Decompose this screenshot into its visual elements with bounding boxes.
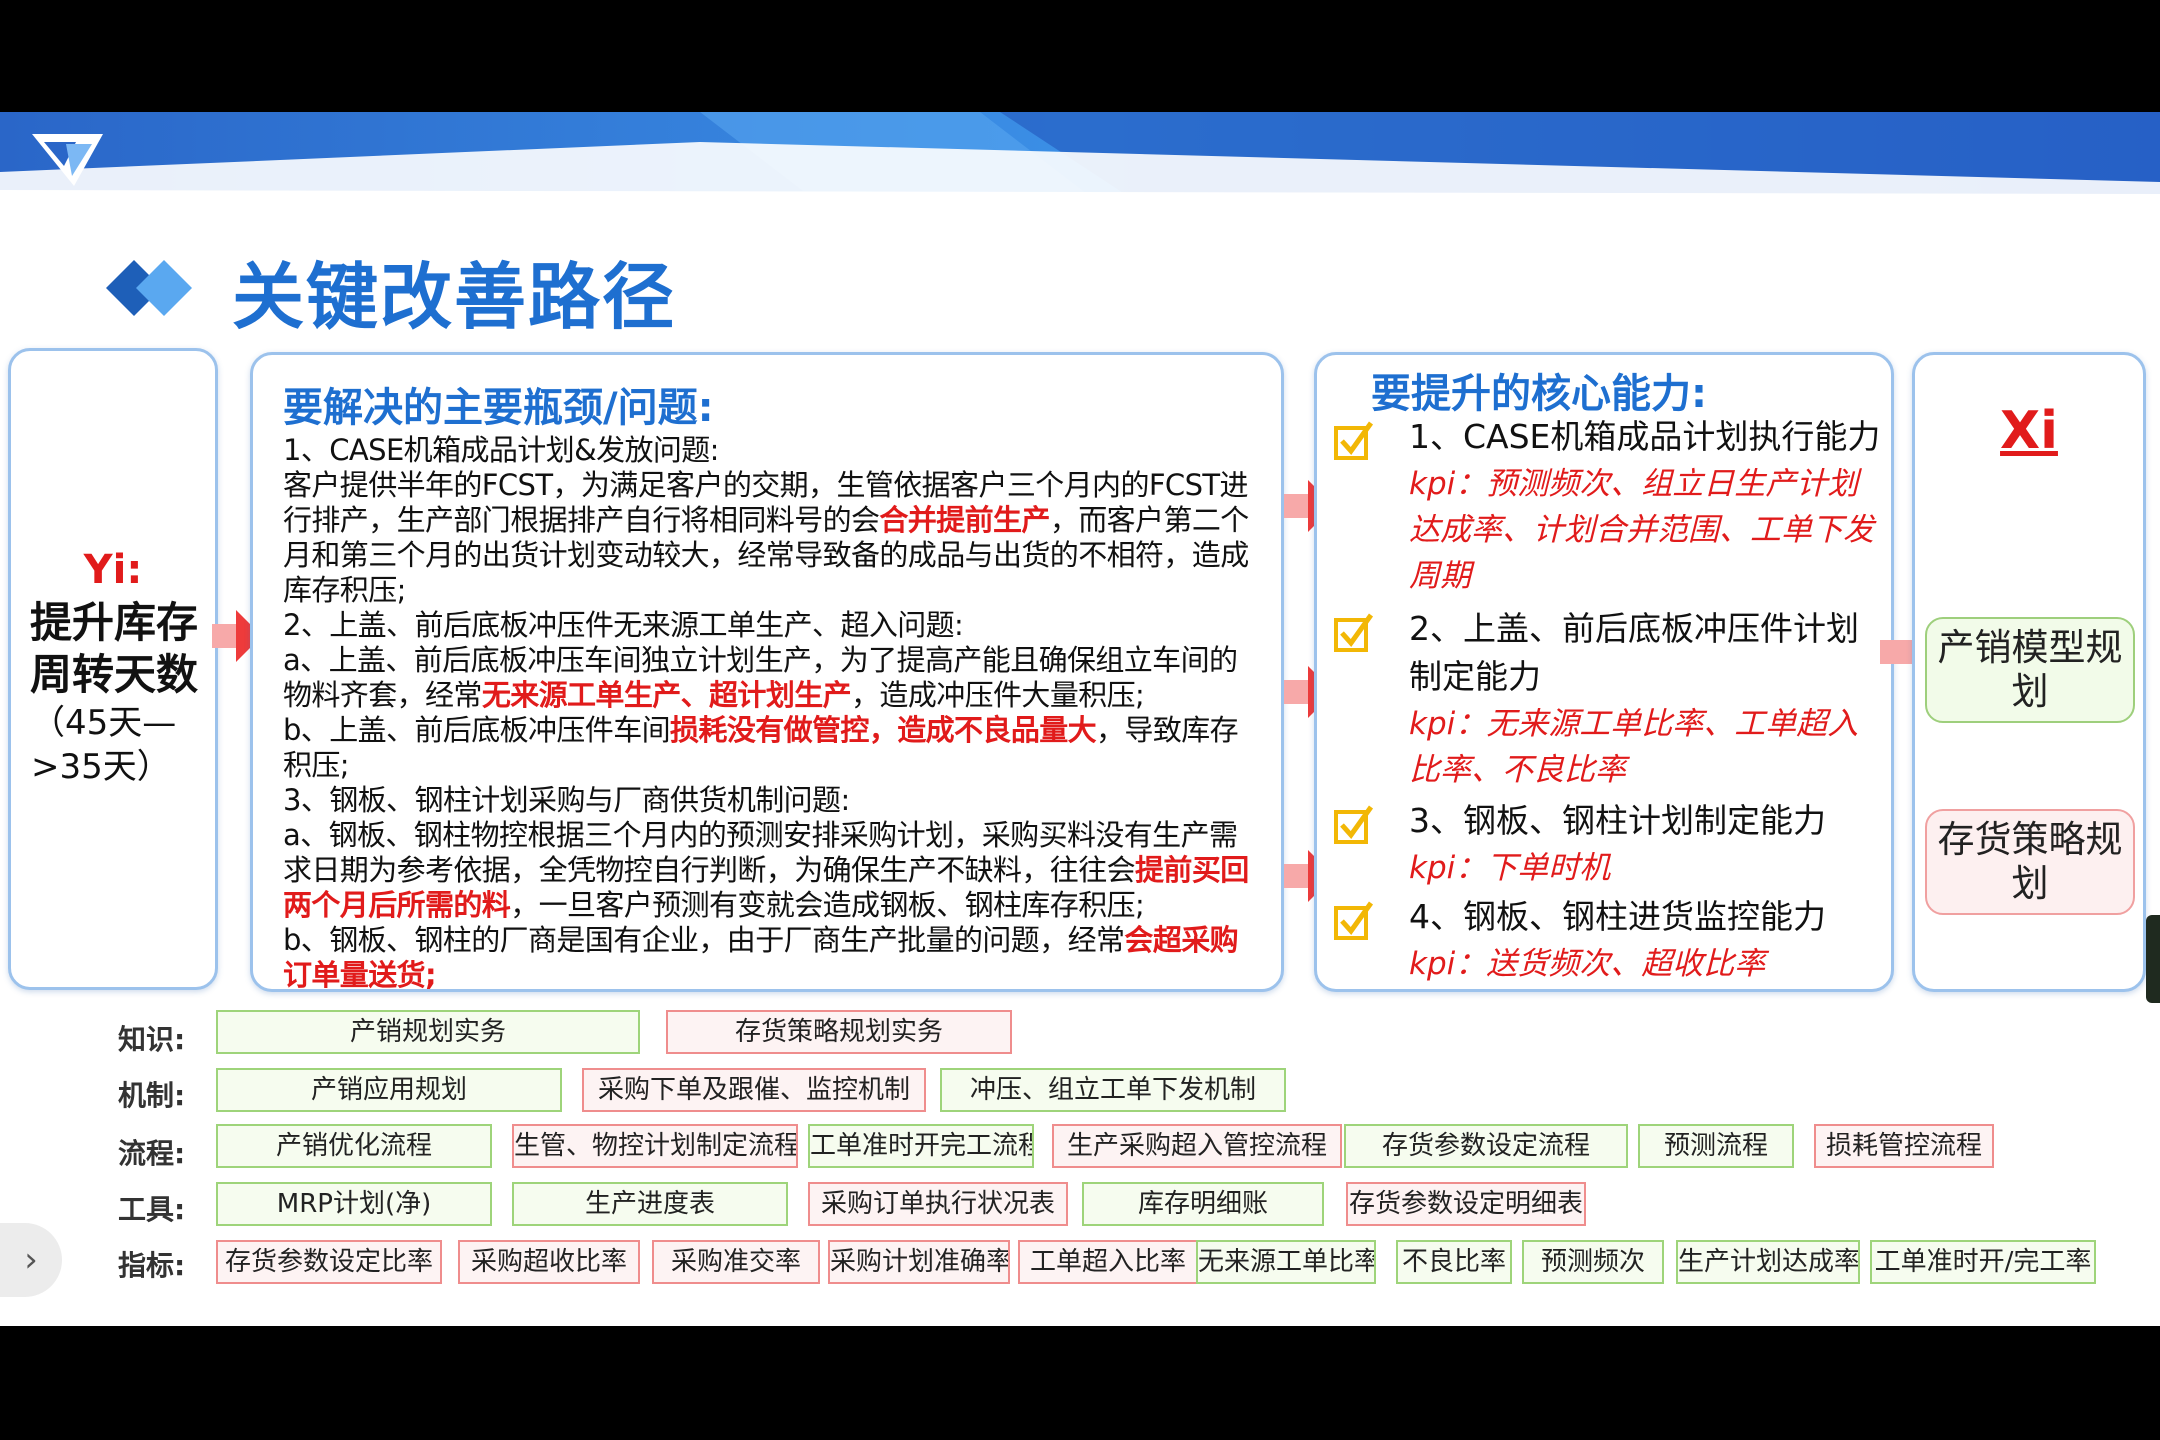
chip-process: 生产采购超入管控流程 [1052,1124,1342,1168]
chip-metrics: 不良比率 [1396,1240,1512,1284]
chip-knowledge: 产销规划实务 [216,1010,640,1054]
xi-tag-inventory-strategy: 存货策略规划 [1925,809,2135,915]
chip-metrics: 无来源工单比率 [1196,1240,1376,1284]
problems-text: 1、CASE机箱成品计划&发放问题: 客户提供半年的FCST，为满足客户的交期，… [283,433,1265,993]
checkbox-checked-icon [1334,613,1374,652]
chip-tools: 生产进度表 [512,1182,788,1226]
capabilities-title: 要提升的核心能力: [1371,371,1707,417]
yi-label: Yi: [83,547,143,593]
problem-2a-highlight: 无来源工单生产、超计划生产 [481,678,852,712]
xi-label: Xi [2000,401,2058,461]
company-logo-icon [32,134,103,186]
chip-process: 工单准时开完工流程 [808,1124,1034,1168]
problem-3b-text: b、钢板、钢柱的厂商是国有企业，由于厂商生产批量的问题，经常 [283,923,1125,957]
problem-2-head: 2、上盖、前后底板冲压件无来源工单生产、超入问题: [283,608,964,642]
chip-mechanism: 采购下单及跟催、监控机制 [582,1068,926,1112]
problems-title: 要解决的主要瓶颈/问题: [283,385,714,431]
problem-3-head: 3、钢板、钢柱计划采购与厂商供货机制问题: [283,783,850,817]
chip-process: 预测流程 [1638,1124,1794,1168]
chip-metrics: 预测频次 [1522,1240,1664,1284]
chip-process: 存货参数设定流程 [1344,1124,1628,1168]
problem-1-highlight: 合并提前生产 [879,503,1050,537]
title-diamond-icon [106,260,192,316]
row-label-tools: 工具: [118,1193,186,1226]
checkbox-checked-icon [1334,901,1374,940]
capability-main: 4、钢板、钢柱进货监控能力 [1409,897,1826,936]
checkbox-checked-icon [1334,805,1374,844]
capability-kpi: kpi：送货频次、超收比率 [1409,946,1766,982]
slide: 关键改善路径 Yi: 提升库存周转天数 （45天—>35天） 要解决的主要瓶颈/… [0,112,2160,1326]
capabilities-panel: 要提升的核心能力: 1、CASE机箱成品计划执行能力 kpi：预测频次、组立日生… [1314,352,1894,992]
chip-mechanism: 产销应用规划 [216,1068,562,1112]
chip-metrics: 采购超收比率 [458,1240,640,1284]
chip-tools: 库存明细账 [1082,1182,1324,1226]
chip-tools: 采购订单执行状况表 [808,1182,1068,1226]
capability-kpi: kpi：预测频次、组立日生产计划达成率、计划合并范围、工单下发周期 [1409,466,1874,594]
capability-item: 4、钢板、钢柱进货监控能力 kpi：送货频次、超收比率 [1331,893,1881,987]
chip-metrics: 工单准时开/完工率 [1870,1240,2096,1284]
row-label-process: 流程: [118,1137,186,1170]
checkbox-checked-icon [1334,421,1374,460]
page-title: 关键改善路径 [232,255,677,339]
capability-main: 3、钢板、钢柱计划制定能力 [1409,801,1826,840]
problem-1-head: 1、CASE机箱成品计划&发放问题: [283,433,719,467]
capability-kpi: kpi：下单时机 [1409,850,1611,886]
row-label-knowledge: 知识: [118,1023,186,1056]
yi-range: （45天—>35天） [31,703,177,787]
chip-process: 产销优化流程 [216,1124,492,1168]
problem-2b-text: b、上盖、前后底板冲压件车间 [283,713,671,747]
chip-process: 生管、物控计划制定流程 [512,1124,798,1168]
capability-main: 1、CASE机箱成品计划执行能力 [1409,417,1881,456]
chip-metrics: 存货参数设定比率 [216,1240,442,1284]
yi-goal: 提升库存周转天数 [29,598,198,699]
side-indicator [2146,915,2160,1003]
capability-item: 2、上盖、前后底板冲压件计划制定能力 kpi：无来源工单比率、工单超入比率、不良… [1331,605,1881,793]
chip-knowledge: 存货策略规划实务 [666,1010,1012,1054]
chip-process: 损耗管控流程 [1814,1124,1994,1168]
problem-2a-text-end: ，造成冲压件大量积压; [851,678,1145,712]
xi-tag-sales-model: 产销模型规划 [1925,617,2135,723]
chip-mechanism: 冲压、组立工单下发机制 [940,1068,1286,1112]
capability-kpi: kpi：无来源工单比率、工单超入比率、不良比率 [1409,706,1859,788]
chip-metrics: 工单超入比率 [1018,1240,1198,1284]
chip-tools: 存货参数设定明细表 [1346,1182,1586,1226]
row-label-metrics: 指标: [118,1249,186,1282]
problem-3a-text: a、钢板、钢柱物控根据三个月内的预测安排采购计划，采购买料没有生产需求日期为参考… [283,818,1238,887]
capability-item: 3、钢板、钢柱计划制定能力 kpi：下单时机 [1331,797,1881,891]
header-banner [0,112,2160,204]
capability-item: 1、CASE机箱成品计划执行能力 kpi：预测频次、组立日生产计划达成率、计划合… [1331,413,1881,599]
problem-3a-text-end: ，一旦客户预测有变就会造成钢板、钢柱库存积压; [510,888,1145,922]
chip-metrics: 采购准交率 [652,1240,820,1284]
problem-2b-highlight: 损耗没有做管控，造成不良品量大 [670,713,1097,747]
chip-metrics: 采购计划准确率 [828,1240,1010,1284]
chip-tools: MRP计划(净) [216,1182,492,1226]
row-label-mechanism: 机制: [118,1079,186,1112]
xi-panel: Xi 产销模型规划 存货策略规划 [1912,352,2146,992]
chevron-right-icon: › [24,1240,38,1280]
capability-main: 2、上盖、前后底板冲压件计划制定能力 [1409,609,1859,696]
chip-metrics: 生产计划达成率 [1676,1240,1860,1284]
yi-panel: Yi: 提升库存周转天数 （45天—>35天） [8,348,218,990]
problems-panel: 要解决的主要瓶颈/问题: 1、CASE机箱成品计划&发放问题: 客户提供半年的F… [250,352,1284,992]
